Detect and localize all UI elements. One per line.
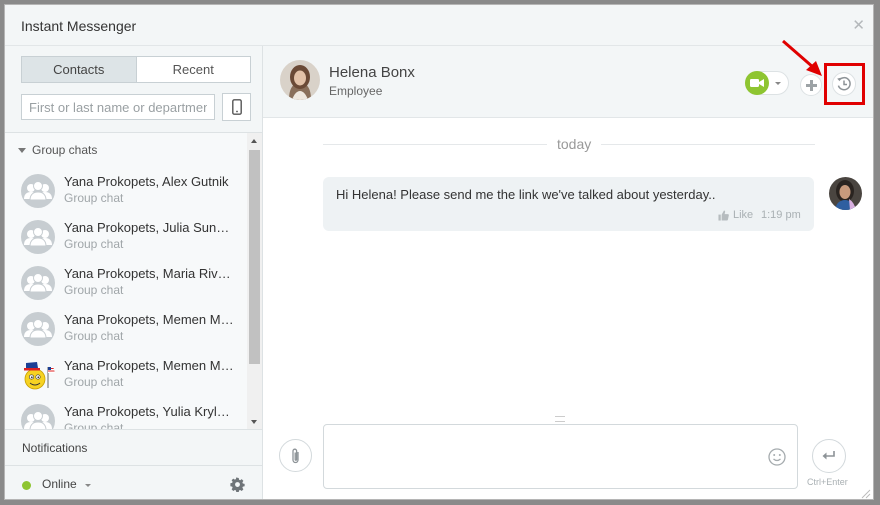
red-arrow-annotation-icon <box>782 39 822 76</box>
list-item-name: Yana Prokopets, Memen Memen <box>64 312 234 327</box>
chat-header: Helena Bonx Employee <box>263 39 873 118</box>
message-input[interactable] <box>323 424 798 489</box>
chevron-down-icon[interactable] <box>85 484 91 487</box>
group-chat-items: Yana Prokopets, Alex Gutnik Group chat Y… <box>5 168 247 430</box>
contact-role: Employee <box>329 84 383 98</box>
list-item-name: Yana Prokopets, Maria Rivers <box>64 266 234 281</box>
attach-button[interactable] <box>279 439 312 472</box>
message-bubble[interactable]: Hi Helena! Please send me the link we've… <box>323 177 814 231</box>
like-button[interactable]: Like <box>718 209 753 221</box>
list-item-sub: Group chat <box>64 191 124 205</box>
enter-arrow-icon <box>822 451 835 460</box>
list-item[interactable]: Yana Prokopets, Alex Gutnik Group chat <box>5 168 247 214</box>
gear-icon[interactable] <box>230 477 245 495</box>
group-avatar-icon <box>21 174 55 208</box>
group-avatar-icon <box>21 220 55 254</box>
tab-contacts[interactable]: Contacts <box>22 57 137 82</box>
contact-list: Group chats Yana Prokopets, Alex Gutnik … <box>5 132 262 430</box>
contact-name: Helena Bonx <box>329 64 415 81</box>
list-item-name: Yana Prokopets, Yulia Krylova <box>64 404 234 419</box>
sidebar: Contacts Recent Group chats Yana Prokope… <box>5 46 263 499</box>
tab-recent[interactable]: Recent <box>137 57 251 82</box>
group-avatar-icon <box>21 404 55 430</box>
list-item-sub: Group chat <box>64 237 124 251</box>
scroll-up-arrow-icon[interactable] <box>251 139 257 143</box>
emoji-flag-avatar <box>21 358 55 392</box>
messenger-window: Instant Messenger ✕ Contacts Recent Grou… <box>4 4 874 500</box>
video-camera-icon <box>745 71 769 95</box>
message-text: Hi Helena! Please send me the link we've… <box>336 187 716 202</box>
list-item[interactable]: Yana Prokopets, Maria Rivers Group chat <box>5 260 247 306</box>
group-chats-header[interactable]: Group chats <box>18 143 97 157</box>
notifications-label: Notifications <box>22 441 88 455</box>
scroll-down-arrow-icon[interactable] <box>251 420 257 424</box>
list-item[interactable]: Yana Prokopets, Memen Memen Group chat <box>5 352 247 398</box>
send-button[interactable] <box>812 439 846 473</box>
smile-icon[interactable] <box>768 448 786 469</box>
message-time: 1:19 pm <box>761 209 801 221</box>
notifications-row[interactable]: Notifications <box>5 429 262 466</box>
day-separator-label: today <box>547 136 602 152</box>
list-item-name: Yana Prokopets, Alex Gutnik <box>64 174 229 189</box>
list-item[interactable]: Yana Prokopets, Memen Memen Group chat <box>5 306 247 352</box>
list-item-sub: Group chat <box>64 329 124 343</box>
title-bar: Instant Messenger ✕ <box>5 5 873 46</box>
mobile-phone-icon <box>231 99 242 115</box>
thumbs-up-icon <box>718 209 729 221</box>
list-item-sub: Group chat <box>64 375 124 389</box>
list-item[interactable]: Yana Prokopets, Yulia Krylova Group chat <box>5 398 247 430</box>
list-item-sub: Group chat <box>64 283 124 297</box>
contact-avatar[interactable] <box>280 60 320 100</box>
list-item-name: Yana Prokopets, Julia Sunshine <box>64 220 234 235</box>
history-clock-icon <box>837 76 851 91</box>
list-item[interactable]: Yana Prokopets, Julia Sunshine Group cha… <box>5 214 247 260</box>
close-icon[interactable]: ✕ <box>852 16 865 34</box>
history-button[interactable] <box>832 72 856 96</box>
search-input[interactable] <box>21 94 215 120</box>
chevron-down-icon <box>18 147 26 153</box>
online-status-dot <box>22 481 31 490</box>
status-selector[interactable]: Online <box>42 477 77 491</box>
paperclip-icon <box>291 448 299 463</box>
like-label: Like <box>733 209 754 221</box>
phone-button[interactable] <box>222 93 251 121</box>
group-avatar-icon <box>21 266 55 300</box>
group-avatar-icon <box>21 312 55 346</box>
window-resize-grip-icon[interactable] <box>861 489 871 499</box>
history-highlight <box>824 63 865 105</box>
chat-panel: Helena Bonx Employee today Hi Helena! Pl… <box>263 39 873 499</box>
status-bar: Online <box>5 465 262 499</box>
input-resize-handle[interactable] <box>555 416 565 422</box>
list-item-name: Yana Prokopets, Memen Memen <box>64 358 234 373</box>
sender-avatar[interactable] <box>829 177 862 210</box>
group-chats-label: Group chats <box>32 143 98 157</box>
list-scrollbar[interactable] <box>247 133 262 430</box>
chevron-down-icon <box>775 82 781 85</box>
sidebar-tabs: Contacts Recent <box>21 56 251 83</box>
send-shortcut-hint: Ctrl+Enter <box>807 477 848 487</box>
window-title: Instant Messenger <box>21 18 137 34</box>
scroll-thumb[interactable] <box>249 150 260 364</box>
